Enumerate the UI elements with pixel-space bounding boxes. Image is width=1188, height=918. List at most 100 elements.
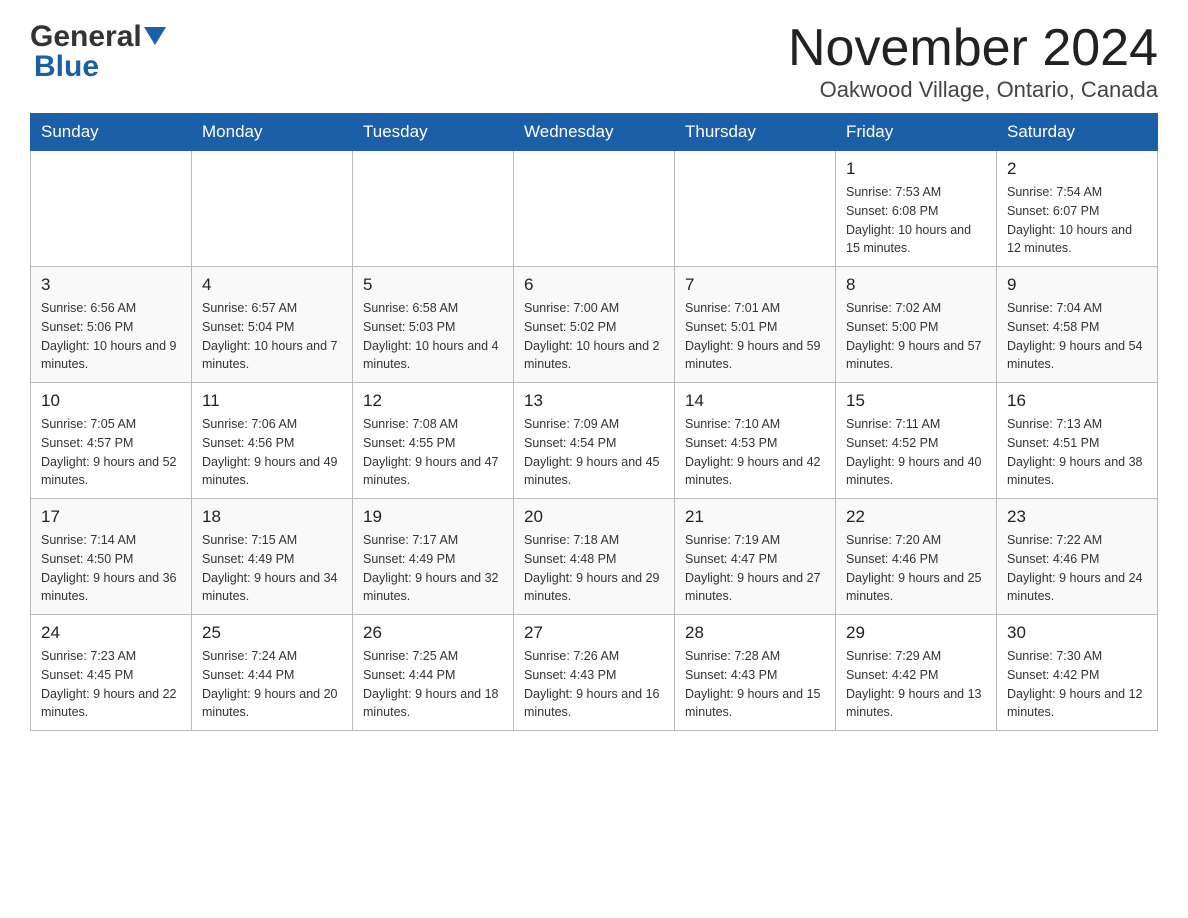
day-info: Sunrise: 7:01 AMSunset: 5:01 PMDaylight:… (685, 299, 825, 374)
day-info: Sunrise: 7:26 AMSunset: 4:43 PMDaylight:… (524, 647, 664, 722)
day-info: Sunrise: 7:23 AMSunset: 4:45 PMDaylight:… (41, 647, 181, 722)
day-info: Sunrise: 7:09 AMSunset: 4:54 PMDaylight:… (524, 415, 664, 490)
day-number: 15 (846, 391, 986, 411)
day-of-week-header: Friday (836, 114, 997, 151)
calendar-cell: 28Sunrise: 7:28 AMSunset: 4:43 PMDayligh… (675, 615, 836, 731)
day-number: 20 (524, 507, 664, 527)
day-info: Sunrise: 7:06 AMSunset: 4:56 PMDaylight:… (202, 415, 342, 490)
month-title: November 2024 (788, 20, 1158, 77)
calendar-cell: 13 Sunrise: 7:09 AMSunset: 4:54 PMDayligh… (514, 383, 675, 499)
day-number: 1 (846, 159, 986, 179)
day-number: 17 (41, 507, 181, 527)
day-number: 12 (363, 391, 503, 411)
day-of-week-header: Sunday (31, 114, 192, 151)
calendar-cell: 25 Sunrise: 7:24 AMSunset: 4:44 PMDayligh… (192, 615, 353, 731)
day-info: Sunrise: 7:22 AMSunset: 4:46 PMDaylight:… (1007, 531, 1147, 606)
day-number: 23 (1007, 507, 1147, 527)
day-info: Sunrise: 7:25 AMSunset: 4:44 PMDaylight:… (363, 647, 503, 722)
day-info: Sunrise: 7:19 AMSunset: 4:47 PMDaylight:… (685, 531, 825, 606)
day-info: Sunrise: 6:58 AMSunset: 5:03 PMDaylight:… (363, 299, 503, 374)
day-info: Sunrise: 7:08 AMSunset: 4:55 PMDaylight:… (363, 415, 503, 490)
calendar-week-row: 17 Sunrise: 7:14 AMSunset: 4:50 PMDayligh… (31, 499, 1158, 615)
day-number: 30 (1007, 623, 1147, 643)
day-info: Sunrise: 7:11 AMSunset: 4:52 PMDaylight:… (846, 415, 986, 490)
day-number: 3 (41, 275, 181, 295)
day-info: Sunrise: 6:57 AMSunset: 5:04 PMDaylight:… (202, 299, 342, 374)
calendar-cell: 21 Sunrise: 7:19 AMSunset: 4:47 PMDayligh… (675, 499, 836, 615)
calendar-cell: 2Sunrise: 7:54 AMSunset: 6:07 PMDaylight… (997, 151, 1158, 267)
day-number: 10 (41, 391, 181, 411)
day-info: Sunrise: 7:29 AMSunset: 4:42 PMDaylight:… (846, 647, 986, 722)
title-area: November 2024 Oakwood Village, Ontario, … (788, 20, 1158, 103)
day-number: 25 (202, 623, 342, 643)
calendar-cell: 9Sunrise: 7:04 AMSunset: 4:58 PMDaylight… (997, 267, 1158, 383)
day-info: Sunrise: 7:24 AMSunset: 4:44 PMDaylight:… (202, 647, 342, 722)
day-number: 22 (846, 507, 986, 527)
day-number: 11 (202, 391, 342, 411)
calendar-week-row: 3 Sunrise: 6:56 AMSunset: 5:06 PMDaylight… (31, 267, 1158, 383)
calendar-week-row: 24 Sunrise: 7:23 AMSunset: 4:45 PMDayligh… (31, 615, 1158, 731)
calendar-cell: 26 Sunrise: 7:25 AMSunset: 4:44 PMDayligh… (353, 615, 514, 731)
day-info: Sunrise: 7:00 AMSunset: 5:02 PMDaylight:… (524, 299, 664, 374)
calendar-cell: 11 Sunrise: 7:06 AMSunset: 4:56 PMDayligh… (192, 383, 353, 499)
day-info: Sunrise: 6:56 AMSunset: 5:06 PMDaylight:… (41, 299, 181, 374)
day-number: 7 (685, 275, 825, 295)
day-number: 26 (363, 623, 503, 643)
day-info: Sunrise: 7:54 AMSunset: 6:07 PMDaylight:… (1007, 183, 1147, 258)
day-number: 24 (41, 623, 181, 643)
day-number: 8 (846, 275, 986, 295)
day-number: 9 (1007, 275, 1147, 295)
calendar-cell: 23 Sunrise: 7:22 AMSunset: 4:46 PMDayligh… (997, 499, 1158, 615)
day-number: 19 (363, 507, 503, 527)
day-number: 5 (363, 275, 503, 295)
day-number: 4 (202, 275, 342, 295)
calendar-cell: 18Sunrise: 7:15 AMSunset: 4:49 PMDayligh… (192, 499, 353, 615)
day-number: 27 (524, 623, 664, 643)
calendar-cell: 15 Sunrise: 7:11 AMSunset: 4:52 PMDayligh… (836, 383, 997, 499)
day-info: Sunrise: 7:15 AMSunset: 4:49 PMDaylight:… (202, 531, 342, 606)
day-info: Sunrise: 7:13 AMSunset: 4:51 PMDaylight:… (1007, 415, 1147, 490)
calendar-table: SundayMondayTuesdayWednesdayThursdayFrid… (30, 113, 1158, 731)
day-info: Sunrise: 7:18 AMSunset: 4:48 PMDaylight:… (524, 531, 664, 606)
day-of-week-header: Wednesday (514, 114, 675, 151)
day-info: Sunrise: 7:20 AMSunset: 4:46 PMDaylight:… (846, 531, 986, 606)
calendar-cell (31, 151, 192, 267)
page-header: General Blue November 2024 Oakwood Villa… (30, 20, 1158, 103)
calendar-cell: 20 Sunrise: 7:18 AMSunset: 4:48 PMDayligh… (514, 499, 675, 615)
day-of-week-header: Thursday (675, 114, 836, 151)
calendar-cell: 5 Sunrise: 6:58 AMSunset: 5:03 PMDaylight… (353, 267, 514, 383)
calendar-cell: 4 Sunrise: 6:57 AMSunset: 5:04 PMDaylight… (192, 267, 353, 383)
day-info: Sunrise: 7:53 AMSunset: 6:08 PMDaylight:… (846, 183, 986, 258)
day-of-week-header: Saturday (997, 114, 1158, 151)
day-of-week-header: Tuesday (353, 114, 514, 151)
calendar-cell: 8 Sunrise: 7:02 AMSunset: 5:00 PMDaylight… (836, 267, 997, 383)
calendar-cell: 14 Sunrise: 7:10 AMSunset: 4:53 PMDayligh… (675, 383, 836, 499)
logo-triangle-icon (144, 27, 166, 45)
calendar-cell: 29 Sunrise: 7:29 AMSunset: 4:42 PMDayligh… (836, 615, 997, 731)
day-number: 16 (1007, 391, 1147, 411)
day-info: Sunrise: 7:14 AMSunset: 4:50 PMDaylight:… (41, 531, 181, 606)
calendar-week-row: 10 Sunrise: 7:05 AMSunset: 4:57 PMDayligh… (31, 383, 1158, 499)
calendar-header-row: SundayMondayTuesdayWednesdayThursdayFrid… (31, 114, 1158, 151)
calendar-cell: 12 Sunrise: 7:08 AMSunset: 4:55 PMDayligh… (353, 383, 514, 499)
calendar-cell: 1 Sunrise: 7:53 AMSunset: 6:08 PMDaylight… (836, 151, 997, 267)
day-number: 14 (685, 391, 825, 411)
calendar-cell: 24 Sunrise: 7:23 AMSunset: 4:45 PMDayligh… (31, 615, 192, 731)
day-info: Sunrise: 7:30 AMSunset: 4:42 PMDaylight:… (1007, 647, 1147, 722)
calendar-cell: 22 Sunrise: 7:20 AMSunset: 4:46 PMDayligh… (836, 499, 997, 615)
calendar-cell (192, 151, 353, 267)
calendar-cell: 19Sunrise: 7:17 AMSunset: 4:49 PMDayligh… (353, 499, 514, 615)
day-number: 29 (846, 623, 986, 643)
day-info: Sunrise: 7:05 AMSunset: 4:57 PMDaylight:… (41, 415, 181, 490)
location: Oakwood Village, Ontario, Canada (788, 77, 1158, 103)
day-info: Sunrise: 7:02 AMSunset: 5:00 PMDaylight:… (846, 299, 986, 374)
day-info: Sunrise: 7:10 AMSunset: 4:53 PMDaylight:… (685, 415, 825, 490)
day-number: 28 (685, 623, 825, 643)
day-number: 13 (524, 391, 664, 411)
calendar-cell (675, 151, 836, 267)
logo-general: General (30, 20, 142, 54)
calendar-cell: 16 Sunrise: 7:13 AMSunset: 4:51 PMDayligh… (997, 383, 1158, 499)
day-number: 21 (685, 507, 825, 527)
logo: General Blue (30, 20, 166, 84)
calendar-cell: 30 Sunrise: 7:30 AMSunset: 4:42 PMDayligh… (997, 615, 1158, 731)
